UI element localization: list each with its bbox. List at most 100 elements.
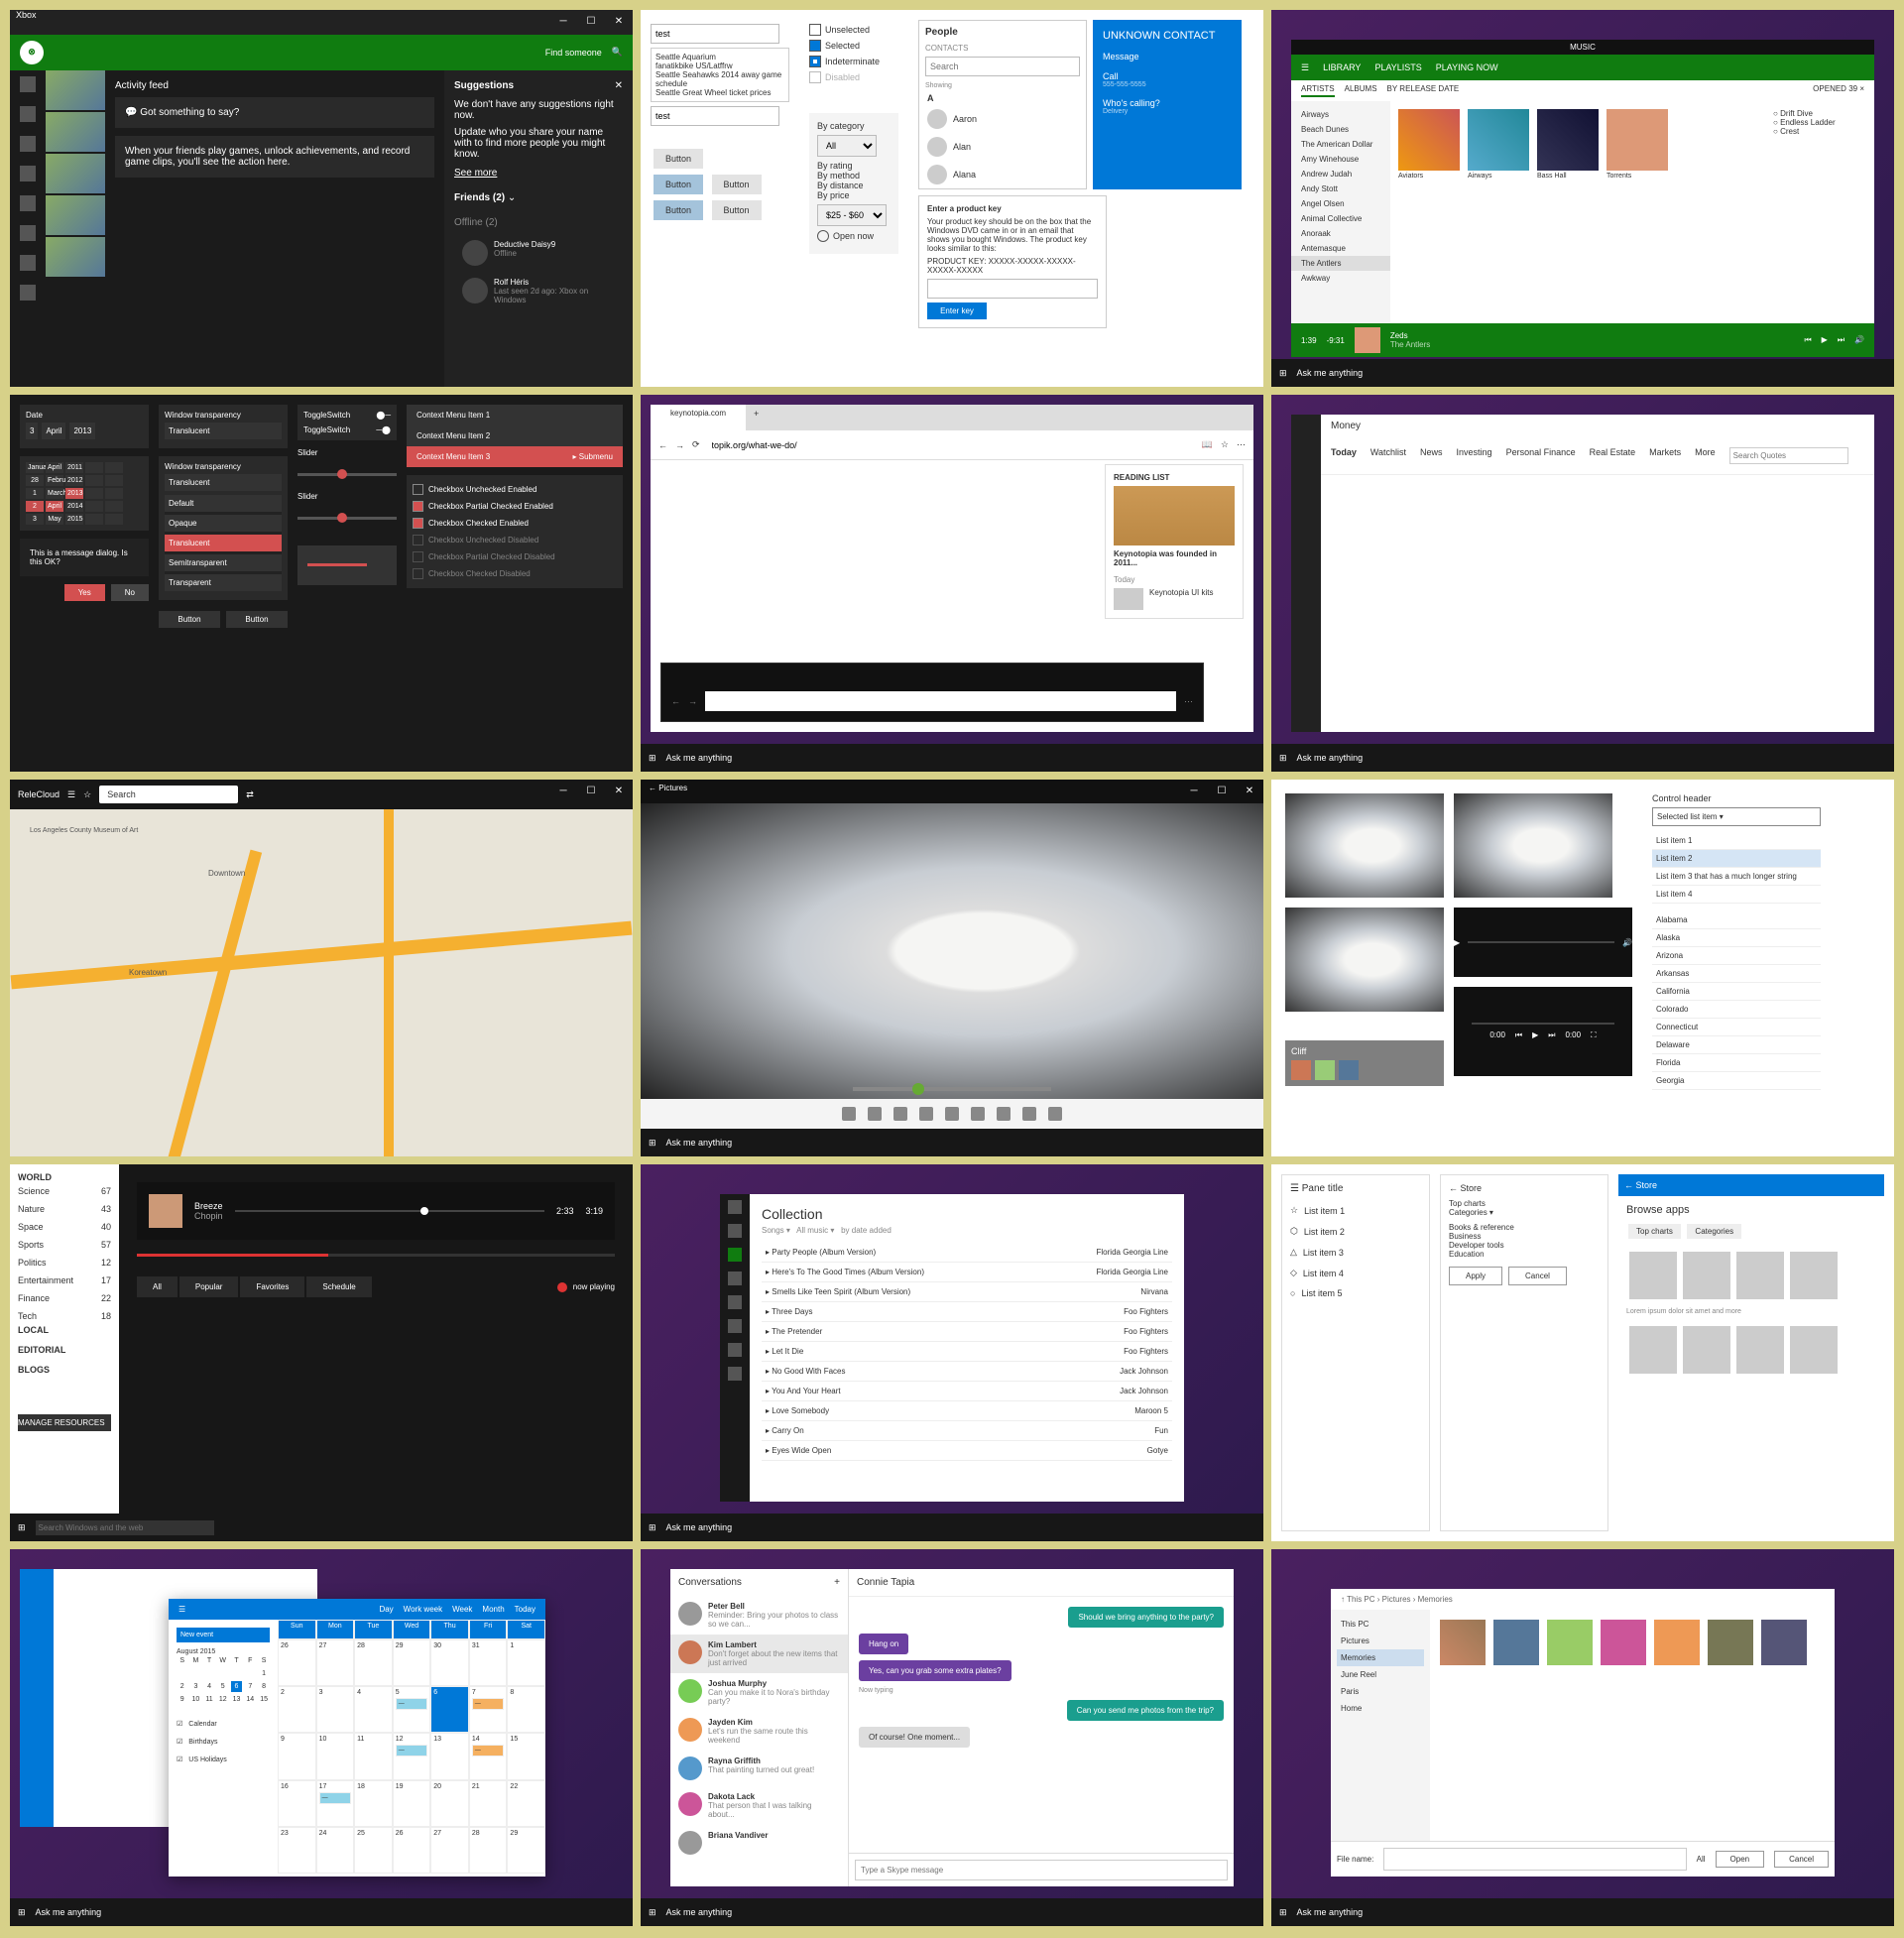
- text-icon[interactable]: [868, 1107, 882, 1121]
- friend-row[interactable]: Rolf HérisLast seen 2d ago: Xbox on Wind…: [454, 272, 623, 310]
- list-item[interactable]: Arizona: [1652, 947, 1821, 965]
- artist-item[interactable]: Andrew Judah: [1291, 167, 1390, 182]
- image-thumb[interactable]: [1454, 793, 1612, 898]
- settings-icon[interactable]: [728, 1367, 742, 1381]
- forward-icon[interactable]: →: [675, 440, 684, 450]
- reading-thumb[interactable]: [1114, 486, 1235, 545]
- song-row[interactable]: ▸ Love SomebodyMaroon 5: [762, 1401, 1172, 1421]
- cortana-input[interactable]: Ask me anything: [36, 1907, 102, 1917]
- button-primary[interactable]: Button: [654, 200, 703, 220]
- nav-icon[interactable]: [20, 166, 36, 182]
- conversation[interactable]: Jayden KimLet's run the same route this …: [670, 1712, 848, 1751]
- cat-row[interactable]: Science67: [18, 1182, 111, 1200]
- search-input[interactable]: Search: [99, 786, 238, 803]
- app-tile[interactable]: [1790, 1252, 1838, 1299]
- album[interactable]: Aviators: [1398, 109, 1460, 180]
- nav-icon[interactable]: [728, 1343, 742, 1357]
- search-input[interactable]: [36, 1520, 214, 1535]
- conversation[interactable]: Peter BellReminder: Bring your photos to…: [670, 1596, 848, 1635]
- refresh-icon[interactable]: ⟳: [692, 439, 700, 450]
- album[interactable]: Airways: [1468, 109, 1529, 180]
- back-icon[interactable]: ←: [649, 784, 656, 792]
- photo-canvas[interactable]: [641, 803, 1263, 1099]
- message-input[interactable]: [855, 1860, 1228, 1880]
- contact-search[interactable]: [925, 57, 1080, 76]
- close-icon[interactable]: ✕: [605, 10, 633, 32]
- prev-icon[interactable]: ⏮: [1804, 335, 1811, 345]
- conversation[interactable]: Joshua MurphyCan you make it to Nora's b…: [670, 1673, 848, 1712]
- open-now-radio[interactable]: Open now: [817, 230, 891, 242]
- file-thumb[interactable]: [1761, 1620, 1807, 1665]
- cortana-input[interactable]: Ask me anything: [666, 1522, 733, 1532]
- category-select[interactable]: All: [817, 135, 877, 157]
- message-link[interactable]: Message: [1103, 52, 1232, 61]
- no-button[interactable]: No: [111, 584, 149, 601]
- view-tab[interactable]: Today: [515, 1605, 536, 1614]
- view-tab[interactable]: Work week: [404, 1605, 442, 1614]
- song-row[interactable]: ▸ Carry OnFun: [762, 1421, 1172, 1441]
- artist-item[interactable]: Angel Olsen: [1291, 196, 1390, 211]
- status-prompt[interactable]: 💬 Got something to say?: [115, 97, 434, 128]
- menu-icon[interactable]: ☰: [67, 789, 75, 800]
- view-tab[interactable]: Month: [482, 1605, 504, 1614]
- list-item[interactable]: Arkansas: [1652, 965, 1821, 983]
- song[interactable]: Crest: [1780, 127, 1799, 136]
- cortana-input[interactable]: Ask me anything: [666, 1138, 733, 1148]
- cal-checkbox[interactable]: ☑ Calendar: [177, 1715, 270, 1733]
- album[interactable]: Bass Hall: [1537, 109, 1599, 180]
- up-icon[interactable]: ↑: [1341, 1595, 1345, 1604]
- progress-bar[interactable]: [235, 1210, 544, 1212]
- app-tile[interactable]: [1683, 1252, 1730, 1299]
- progress[interactable]: [137, 1254, 615, 1257]
- list-item[interactable]: Connecticut: [1652, 1019, 1821, 1036]
- slider[interactable]: [298, 517, 397, 520]
- undo-icon[interactable]: [1022, 1107, 1036, 1121]
- cal-checkbox[interactable]: ☑ US Holidays: [177, 1751, 270, 1768]
- cancel-button[interactable]: Cancel: [1774, 1851, 1829, 1868]
- app-tile[interactable]: [1683, 1326, 1730, 1374]
- apply-button[interactable]: Apply: [1449, 1267, 1502, 1285]
- cal-checkbox[interactable]: ☑ Birthdays: [177, 1733, 270, 1751]
- color-icon[interactable]: [997, 1107, 1011, 1121]
- filter-select[interactable]: All: [1697, 1855, 1706, 1864]
- friend-row[interactable]: Deductive Daisy9Offline: [454, 234, 623, 272]
- tag[interactable]: Top charts: [1628, 1224, 1681, 1239]
- search-icon[interactable]: 🔍: [612, 47, 623, 58]
- month-grid[interactable]: SunMonTueWedThuFriSat 2627282930311 2345…: [278, 1620, 545, 1874]
- menu-item[interactable]: Context Menu Item 3: [416, 452, 490, 461]
- option[interactable]: Default: [165, 495, 282, 512]
- start-icon[interactable]: ⊞: [649, 1138, 656, 1149]
- cortana-input[interactable]: Ask me anything: [1297, 753, 1364, 763]
- nav-item-selected[interactable]: Memories: [1337, 1649, 1424, 1666]
- new-icon[interactable]: +: [834, 1577, 840, 1588]
- max-icon[interactable]: ☐: [577, 780, 605, 801]
- cat-row[interactable]: Entertainment17: [18, 1272, 111, 1289]
- chevron-down-icon[interactable]: ⌄: [508, 192, 516, 203]
- app-tile[interactable]: [1736, 1252, 1784, 1299]
- song[interactable]: Drift Dive: [1780, 109, 1813, 118]
- enter-key-button[interactable]: Enter key: [927, 303, 987, 319]
- artist-item[interactable]: Amy Winehouse: [1291, 152, 1390, 167]
- text-input[interactable]: [651, 106, 779, 126]
- start-icon[interactable]: ⊞: [18, 1522, 26, 1533]
- list-item[interactable]: ○ List item 5: [1290, 1283, 1421, 1303]
- close-icon[interactable]: ✕: [615, 80, 623, 91]
- artist-item[interactable]: Airways: [1291, 107, 1390, 122]
- forward-icon[interactable]: →: [688, 696, 697, 706]
- view-tab[interactable]: Day: [379, 1605, 393, 1614]
- suggestion[interactable]: Seattle Aquarium: [655, 53, 784, 61]
- nav-icon[interactable]: [20, 136, 36, 152]
- song-row[interactable]: ▸ Eyes Wide OpenGotye: [762, 1441, 1172, 1461]
- cat-row[interactable]: Tech18: [18, 1307, 111, 1325]
- tab[interactable]: Favorites: [240, 1276, 304, 1297]
- rotate-icon[interactable]: [893, 1107, 907, 1121]
- menu-item[interactable]: Context Menu Item 2: [407, 425, 623, 446]
- menu-icon[interactable]: ⋯: [1237, 439, 1246, 450]
- toggle-switch[interactable]: ─⬤: [376, 425, 391, 434]
- song-row[interactable]: ▸ No Good With FacesJack Johnson: [762, 1362, 1172, 1382]
- call-link[interactable]: Call: [1103, 71, 1232, 81]
- checkbox[interactable]: Checkbox Partial Checked Enabled: [413, 498, 617, 515]
- suggestion[interactable]: fanatikbike US/Latffrw: [655, 61, 784, 70]
- min-icon[interactable]: ─: [549, 10, 577, 32]
- cat-row[interactable]: Finance22: [18, 1289, 111, 1307]
